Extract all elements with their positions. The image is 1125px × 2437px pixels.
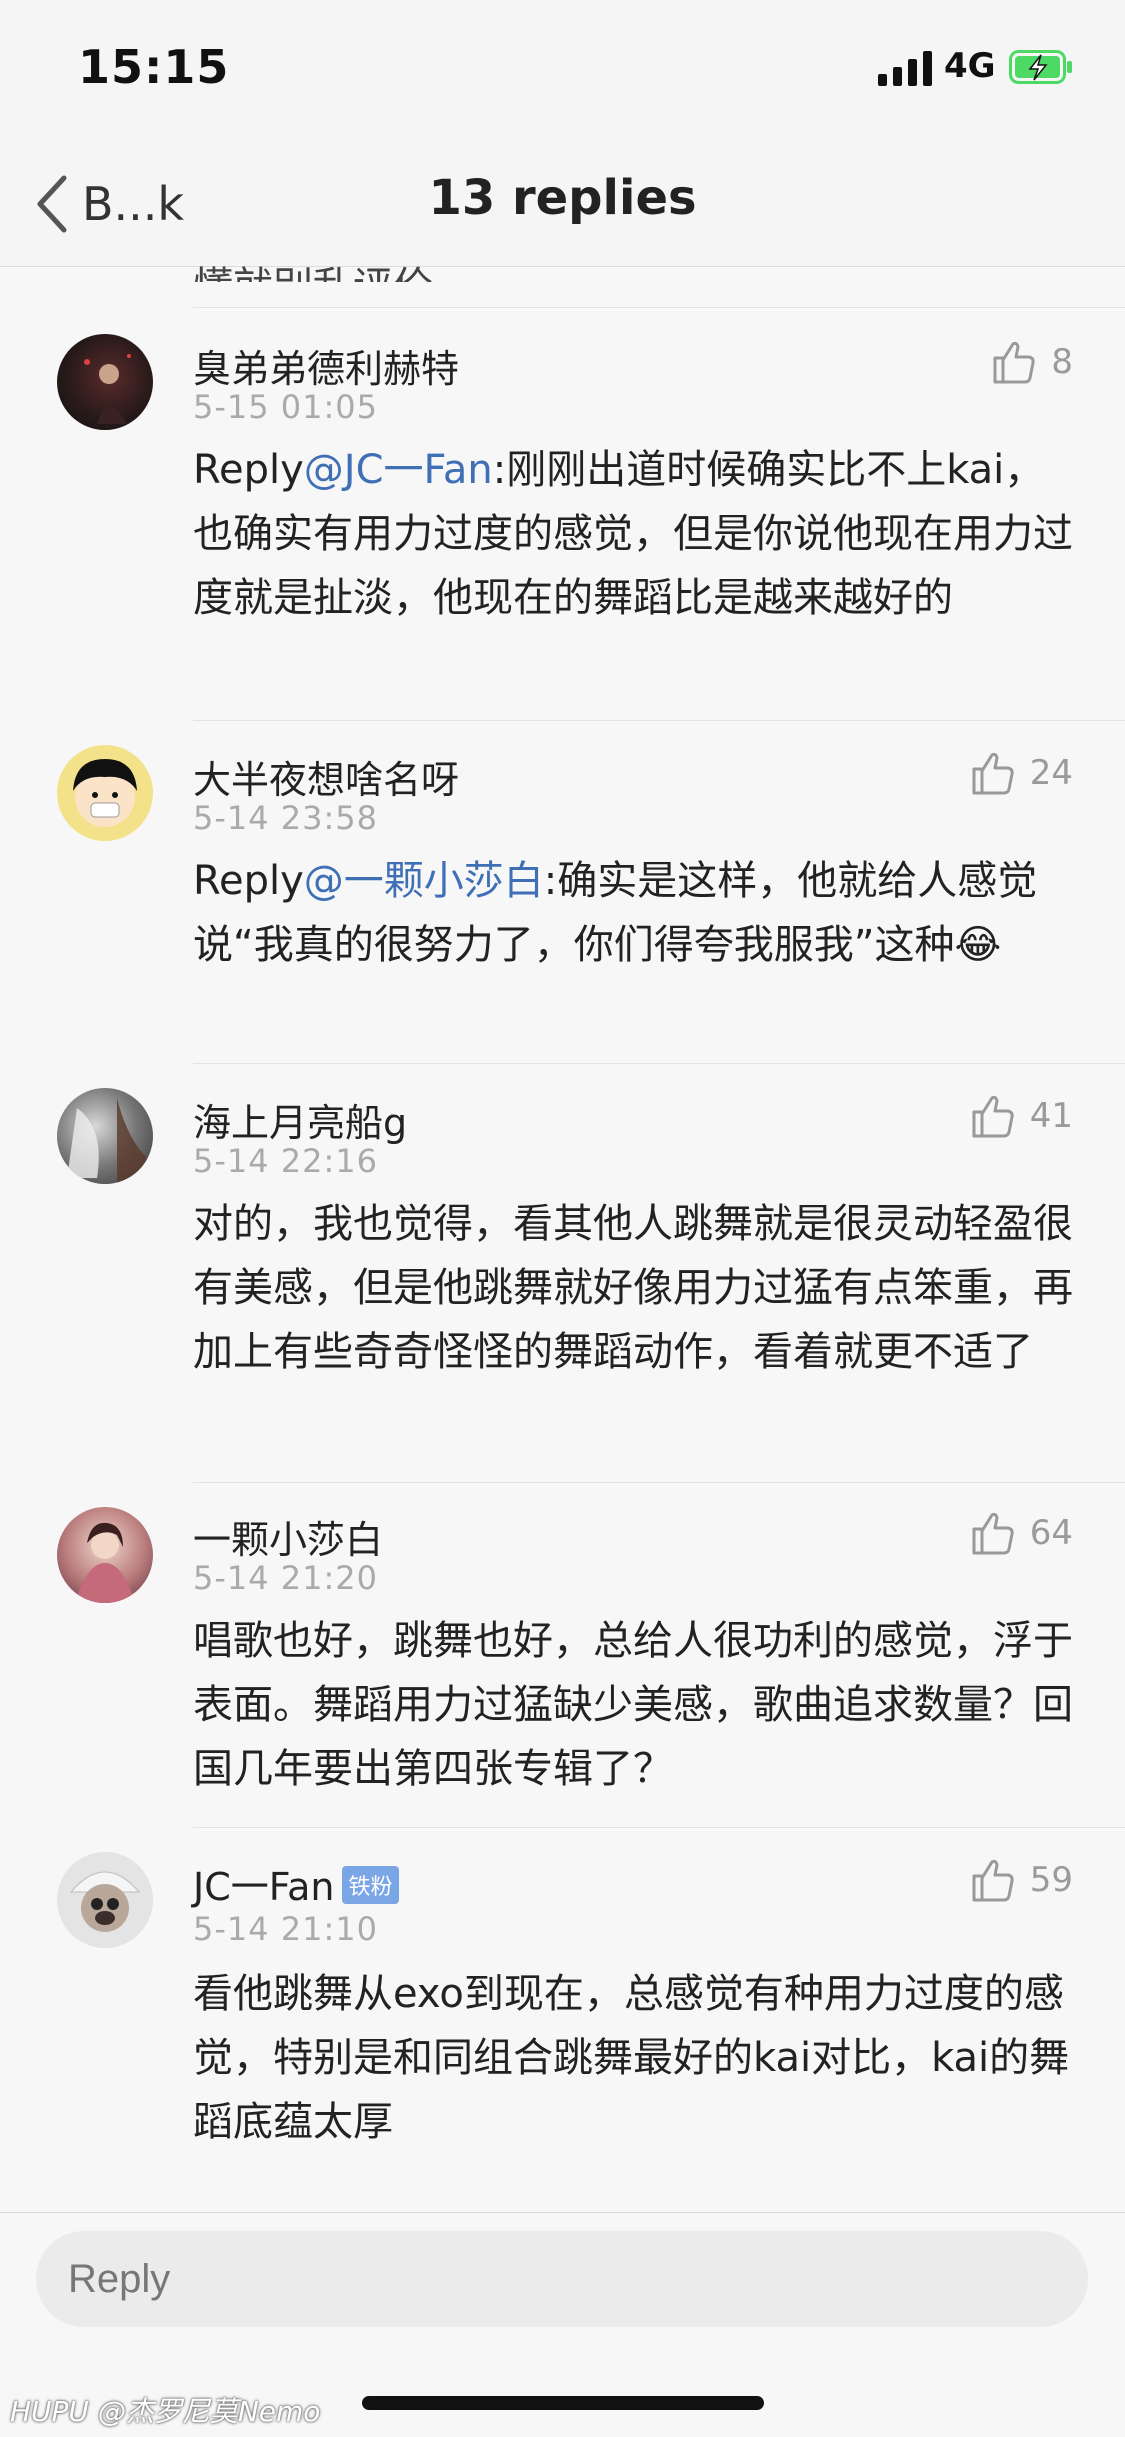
comment-time: 5-14 21:20 [193,1559,379,1597]
comment-time: 5-15 01:05 [193,388,379,426]
username-text: JC一Fan [193,1865,335,1909]
comment-body: 对的，我也觉得，看其他人跳舞就是很灵动轻盈很有美感，但是他跳舞就好像用力过猛有点… [193,1201,1073,1375]
status-time: 15:15 [78,40,230,94]
comment-item: 海上月亮船g 5-14 22:16 41 对的，我也觉得，看其他人跳舞就是很灵动… [0,1064,1125,1482]
network-type: 4G [944,46,996,86]
thumbs-up-icon [972,1859,1014,1902]
comment-time: 5-14 21:10 [193,1910,379,1948]
avatar[interactable] [57,1088,153,1184]
mention-link[interactable]: @一颗小莎白 [304,858,544,904]
username[interactable]: JC一Fan 铁粉 [193,1856,399,1911]
avatar[interactable] [57,1507,153,1603]
comment-body: 看他跳舞从exo到现在，总感觉有种用力过度的感觉，特别是和同组合跳舞最好的kai… [193,1971,1070,2145]
comment-body: Reply@一颗小莎白:确实是这样，他就给人感觉说“我真的很努力了，你们得夸我服… [193,849,1073,977]
reply-input[interactable] [36,2231,1088,2327]
thumbs-up-icon [972,1512,1014,1555]
comment-item: JC一Fan 铁粉 5-14 21:10 59 看他跳舞从exo到现在，总感觉有种… [0,1828,1125,2212]
thumbs-up-icon [993,341,1036,384]
reply-prefix: Reply [193,858,304,904]
status-bar: 15:15 4G [0,0,1125,140]
fan-badge: 铁粉 [342,1866,399,1904]
navigation-bar: B...k 13 replies [0,140,1125,267]
like-count: 59 [1029,1860,1073,1900]
like-button[interactable]: 41 [968,1092,1073,1140]
reply-prefix: Reply [193,447,304,493]
like-button[interactable]: 59 [968,1856,1073,1904]
like-count: 41 [1029,1096,1073,1136]
comment-item: 一颗小莎白 5-14 21:20 64 唱歌也好，跳舞也好，总给人很功利的感觉，… [0,1483,1125,1827]
mention-link[interactable]: @JC一Fan [304,447,493,493]
like-count: 24 [1029,753,1073,793]
comment-time: 5-14 23:58 [193,799,379,837]
like-count: 8 [1051,342,1073,382]
comment-time: 5-14 22:16 [193,1142,379,1180]
watermark: HUPU @杰罗尼莫Nemo [10,2395,321,2428]
thumbs-up-icon [972,1095,1014,1138]
like-count: 64 [1029,1513,1073,1553]
cellular-signal-icon [878,51,932,86]
cut-off-comment-text: 懂就别乱评价 [193,246,433,282]
page-title: 13 replies [428,170,697,226]
thumbs-up-icon [972,752,1014,795]
username[interactable]: 大半夜想啥名呀 [193,749,459,804]
comment-body: Reply@JC一Fan:刚刚出道时候确实比不上kai，也确实有用力过度的感觉，… [193,438,1073,630]
like-button[interactable]: 8 [989,338,1073,386]
username[interactable]: 臭弟弟德利赫特 [193,338,459,393]
battery-charging-icon [1009,50,1072,84]
like-button[interactable]: 24 [968,749,1073,797]
avatar[interactable] [57,1852,153,1948]
comment-item: 臭弟弟德利赫特 5-15 01:05 8 Reply@JC一Fan:刚刚出道时候… [0,308,1125,720]
avatar[interactable] [57,334,153,430]
avatar[interactable] [57,745,153,841]
comment-item: 大半夜想啥名呀 5-14 23:58 24 Reply@一颗小莎白:确实是这样，… [0,721,1125,1063]
username[interactable]: 一颗小莎白 [193,1509,383,1564]
username[interactable]: 海上月亮船g [193,1092,407,1147]
comment-body: 唱歌也好，跳舞也好，总给人很功利的感觉，浮于表面。舞蹈用力过猛缺少美感，歌曲追求… [193,1618,1073,1792]
home-indicator[interactable] [362,2396,764,2410]
like-button[interactable]: 64 [968,1509,1073,1557]
